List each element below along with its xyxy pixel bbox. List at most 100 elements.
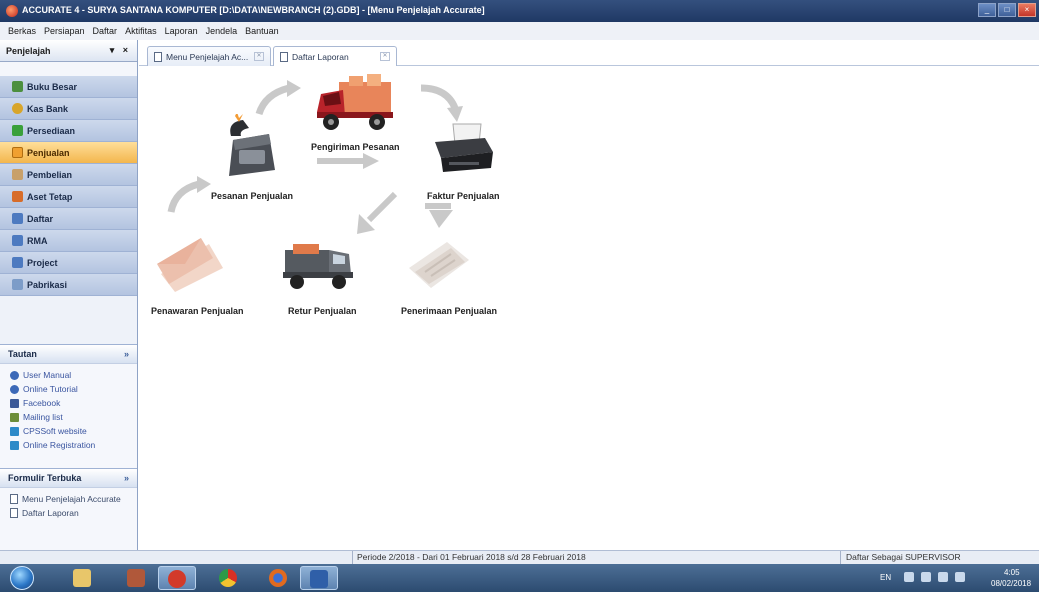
close-button[interactable]: × bbox=[1018, 3, 1036, 17]
nav-item-kas-bank[interactable]: Kas Bank bbox=[0, 98, 137, 120]
flow-label-faktur-penjualan[interactable]: Faktur Penjualan bbox=[427, 191, 500, 201]
link-label: Mailing list bbox=[23, 412, 63, 422]
nav-item-project[interactable]: Project bbox=[0, 252, 137, 274]
printer-icon[interactable] bbox=[433, 122, 495, 174]
tray-icons bbox=[904, 572, 965, 582]
taskbar-firefox[interactable] bbox=[260, 566, 298, 590]
taskbar-accurate[interactable] bbox=[158, 566, 196, 590]
menu-jendela[interactable]: Jendela bbox=[206, 26, 238, 36]
nav-item-label: Daftar bbox=[27, 213, 54, 224]
flow-label-pesanan-penjualan[interactable]: Pesanan Penjualan bbox=[211, 191, 293, 201]
receipt-documents-icon[interactable] bbox=[407, 238, 473, 292]
flow-label-penerimaan-penjualan[interactable]: Penerimaan Penjualan bbox=[401, 306, 497, 316]
link-online-tutorial[interactable]: Online Tutorial bbox=[10, 382, 137, 396]
links-header[interactable]: Tautan » bbox=[0, 344, 137, 364]
flow-label-retur-penjualan[interactable]: Retur Penjualan bbox=[288, 306, 357, 316]
tab-menu-penjelajah[interactable]: Menu Penjelajah Ac... ✕ bbox=[147, 46, 271, 66]
link-facebook[interactable]: Facebook bbox=[10, 396, 137, 410]
tab-daftar-laporan[interactable]: Daftar Laporan ✕ bbox=[273, 46, 397, 66]
open-form-menu-penjelajah[interactable]: Menu Penjelajah Accurate bbox=[10, 492, 137, 506]
nav-item-label: Pembelian bbox=[27, 169, 73, 180]
taskbar-word[interactable] bbox=[300, 566, 338, 590]
title-bar: ACCURATE 4 - SURYA SANTANA KOMPUTER [D:\… bbox=[0, 0, 1039, 22]
people-icon bbox=[10, 412, 19, 422]
nav-item-pembelian[interactable]: Pembelian bbox=[0, 164, 137, 186]
flow-label-pengiriman-pesanan[interactable]: Pengiriman Pesanan bbox=[311, 142, 400, 152]
return-truck-icon[interactable] bbox=[281, 236, 357, 294]
clock-date[interactable]: 08/02/2018 bbox=[991, 579, 1031, 588]
nav-item-daftar[interactable]: Daftar bbox=[0, 208, 137, 230]
help-icon bbox=[10, 384, 19, 394]
link-label: Facebook bbox=[23, 398, 61, 408]
start-button[interactable] bbox=[10, 566, 34, 590]
link-cpssoft-website[interactable]: CPSSoft website bbox=[10, 424, 137, 438]
tab-label: Daftar Laporan bbox=[292, 51, 349, 62]
flow-arrow bbox=[255, 80, 301, 116]
help-icon bbox=[10, 370, 19, 380]
open-form-label: Daftar Laporan bbox=[22, 508, 79, 518]
navigator-panel: Penjelajah ▾ × Buku Besar Kas Bank Perse… bbox=[0, 40, 138, 581]
menu-aktifitas[interactable]: Aktifitas bbox=[125, 26, 157, 36]
taskbar-winrar[interactable] bbox=[118, 566, 156, 590]
flow-arrow bbox=[357, 191, 398, 234]
maximize-button[interactable]: □ bbox=[998, 3, 1016, 17]
navigator-controls[interactable]: ▾ × bbox=[110, 45, 131, 56]
offer-letter-icon[interactable] bbox=[155, 234, 227, 294]
flag-icon[interactable] bbox=[955, 572, 965, 582]
language-indicator[interactable]: EN bbox=[880, 573, 891, 582]
open-forms-list: Menu Penjelajah Accurate Daftar Laporan bbox=[0, 488, 137, 534]
nav-item-penjualan[interactable]: Penjualan bbox=[0, 142, 137, 164]
taskbar-explorer[interactable] bbox=[64, 566, 102, 590]
nav-item-aset-tetap[interactable]: Aset Tetap bbox=[0, 186, 137, 208]
nav-item-label: Aset Tetap bbox=[27, 191, 73, 202]
volume-icon[interactable] bbox=[938, 572, 948, 582]
house-icon bbox=[12, 191, 23, 202]
menu-bantuan[interactable]: Bantuan bbox=[245, 26, 279, 36]
taskbar-chrome[interactable] bbox=[210, 566, 248, 590]
nav-item-pabrikasi[interactable]: Pabrikasi bbox=[0, 274, 137, 296]
document-icon bbox=[10, 508, 18, 518]
tab-close-icon[interactable]: ✕ bbox=[254, 52, 264, 61]
open-form-daftar-laporan[interactable]: Daftar Laporan bbox=[10, 506, 137, 520]
link-mailing-list[interactable]: Mailing list bbox=[10, 410, 137, 424]
collapse-chevron-icon[interactable]: » bbox=[124, 349, 129, 359]
link-online-registration[interactable]: Online Registration bbox=[10, 438, 137, 452]
document-tab-bar: Menu Penjelajah Ac... ✕ Daftar Laporan ✕ bbox=[139, 40, 1039, 66]
nav-item-rma[interactable]: RMA bbox=[0, 230, 137, 252]
inventory-arrows-icon bbox=[12, 125, 23, 136]
nav-item-label: Kas Bank bbox=[27, 103, 69, 114]
link-label: CPSSoft website bbox=[23, 426, 87, 436]
show-hidden-icon[interactable] bbox=[904, 572, 914, 582]
flow-arrow bbox=[425, 203, 453, 228]
open-form-label: Menu Penjelajah Accurate bbox=[22, 494, 121, 504]
tab-close-icon[interactable]: ✕ bbox=[380, 52, 390, 61]
document-icon bbox=[280, 51, 288, 62]
accurate-icon bbox=[168, 570, 186, 588]
menu-persiapan[interactable]: Persiapan bbox=[44, 26, 85, 36]
minimize-button[interactable]: _ bbox=[978, 3, 996, 17]
clock-time[interactable]: 4:05 bbox=[1004, 568, 1020, 577]
open-forms-header[interactable]: Formulir Terbuka » bbox=[0, 468, 137, 488]
nav-item-buku-besar[interactable]: Buku Besar bbox=[0, 76, 137, 98]
menu-laporan[interactable]: Laporan bbox=[165, 26, 198, 36]
nav-item-label: Buku Besar bbox=[27, 81, 78, 92]
accurate-app-icon bbox=[6, 5, 18, 17]
web-icon bbox=[10, 440, 19, 450]
links-title: Tautan bbox=[8, 349, 37, 359]
nav-item-persediaan[interactable]: Persediaan bbox=[0, 120, 137, 142]
facebook-icon bbox=[10, 398, 19, 408]
telephone-icon[interactable] bbox=[219, 114, 279, 178]
menu-daftar[interactable]: Daftar bbox=[93, 26, 118, 36]
link-label: User Manual bbox=[23, 370, 72, 380]
status-divider bbox=[840, 551, 841, 564]
collapse-chevron-icon[interactable]: » bbox=[124, 473, 129, 483]
status-user: Daftar Sebagai SUPERVISOR bbox=[846, 552, 961, 562]
network-icon[interactable] bbox=[921, 572, 931, 582]
link-user-manual[interactable]: User Manual bbox=[10, 368, 137, 382]
system-tray: EN 4:05 08/02/2018 bbox=[864, 564, 1039, 592]
delivery-truck-icon[interactable] bbox=[315, 72, 397, 134]
flow-label-penawaran-penjualan[interactable]: Penawaran Penjualan bbox=[151, 306, 244, 316]
project-icon bbox=[12, 257, 23, 268]
link-label: Online Tutorial bbox=[23, 384, 78, 394]
menu-berkas[interactable]: Berkas bbox=[8, 26, 36, 36]
